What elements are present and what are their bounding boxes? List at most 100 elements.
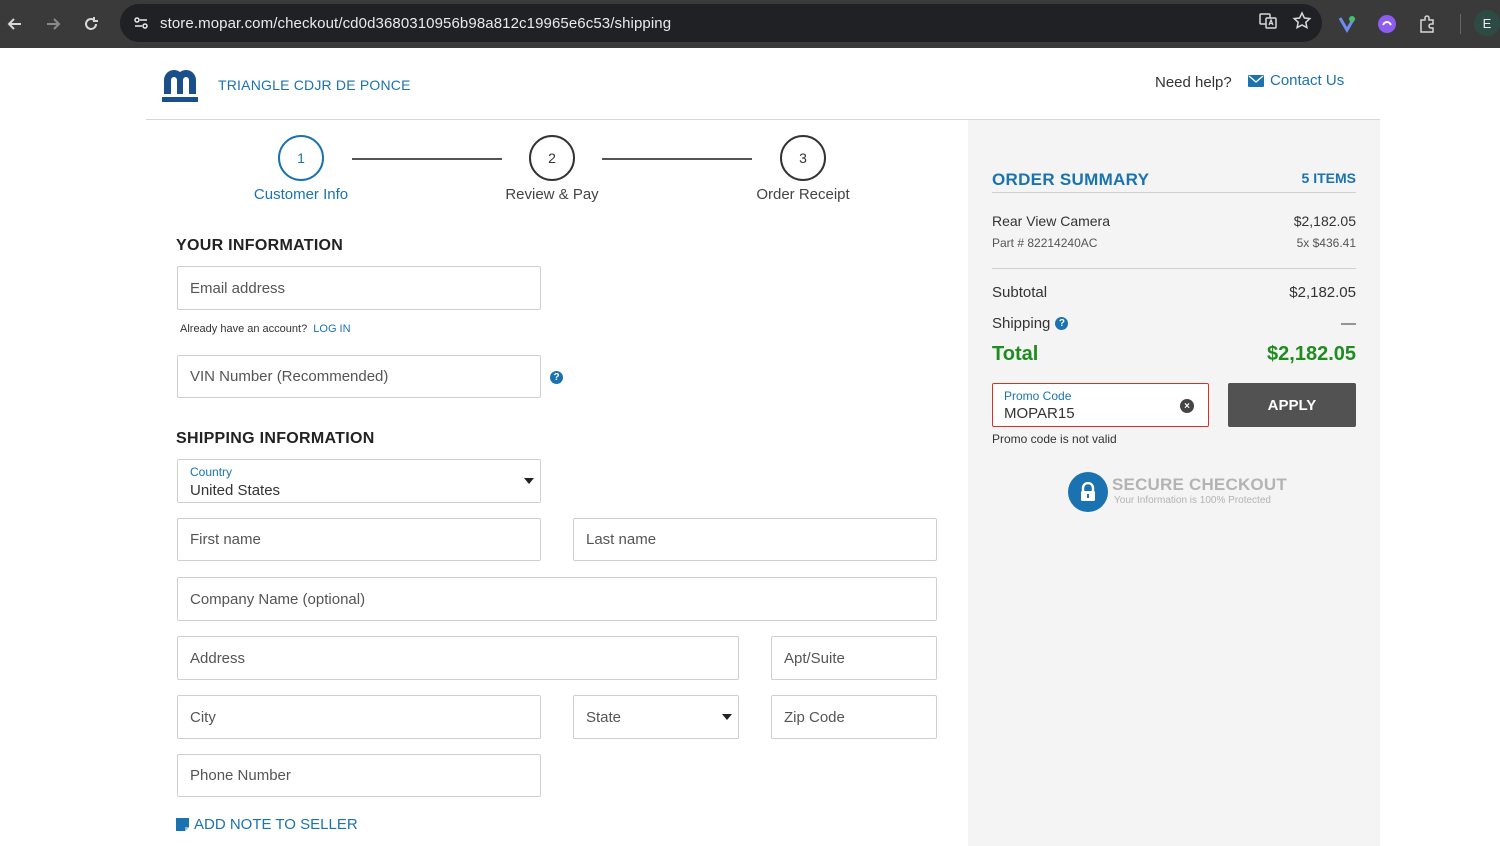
email-field[interactable] <box>177 266 541 310</box>
contact-us-link[interactable]: Contact Us <box>1248 72 1344 89</box>
secure-checkout-title: SECURE CHECKOUT <box>1112 475 1287 494</box>
arrow-right-icon <box>47 18 61 30</box>
step-connector-2 <box>602 158 752 160</box>
step-3-label: Order Receipt <box>756 186 850 203</box>
shipping-label-group: Shipping ? <box>992 315 1069 332</box>
bookmark-star-icon[interactable] <box>1292 10 1312 36</box>
add-note-label: ADD NOTE TO SELLER <box>194 816 358 833</box>
url-text[interactable]: store.mopar.com/checkout/cd0d3680310956b… <box>160 15 671 32</box>
dealer-name-link[interactable]: TRIANGLE CDJR DE PONCE <box>218 77 411 93</box>
shipping-label: Shipping <box>992 315 1051 332</box>
extensions-area <box>1334 0 1440 48</box>
step-2-circle: 2 <box>529 135 575 181</box>
reload-icon <box>85 17 98 30</box>
shipping-help-icon[interactable]: ? <box>1055 317 1069 330</box>
company-field[interactable] <box>177 577 937 621</box>
promo-code-label: Promo Code <box>1004 389 1072 403</box>
shipping-row: Shipping ? — <box>992 315 1356 335</box>
lock-icon <box>1068 472 1108 512</box>
country-value: United States <box>190 482 281 499</box>
subtotal-value: $2,182.05 <box>1289 284 1356 301</box>
account-prompt-text: Already have an account? <box>180 323 308 335</box>
last-name-field[interactable] <box>573 518 937 561</box>
chevron-down-icon <box>722 714 732 720</box>
order-summary-header: ORDER SUMMARY 5 ITEMS <box>992 170 1356 193</box>
city-input[interactable] <box>190 696 540 738</box>
shipping-information-title: SHIPPING INFORMATION <box>176 430 375 447</box>
order-summary-title: ORDER SUMMARY <box>992 170 1150 189</box>
chevron-down-icon <box>524 478 534 484</box>
vin-field[interactable] <box>177 355 541 398</box>
mopar-logo[interactable] <box>160 66 200 104</box>
state-select[interactable]: State <box>573 695 739 739</box>
address-field[interactable] <box>177 636 739 680</box>
need-help-text: Need help? <box>1155 74 1232 91</box>
note-icon <box>176 818 189 831</box>
shield-extension-icon[interactable] <box>1334 11 1360 37</box>
apt-suite-field[interactable] <box>771 636 937 680</box>
step-2-label: Review & Pay <box>505 186 599 203</box>
envelope-icon <box>1248 74 1264 87</box>
step-connector-1 <box>352 158 502 160</box>
your-information-title: YOUR INFORMATION <box>176 237 344 254</box>
address-input[interactable] <box>190 637 738 679</box>
site-info-icon[interactable] <box>124 4 158 42</box>
apply-promo-button[interactable]: APPLY <box>1228 383 1356 427</box>
browser-toolbar: store.mopar.com/checkout/cd0d3680310956b… <box>0 0 1500 48</box>
phone-field[interactable] <box>177 754 541 797</box>
state-placeholder: State <box>586 708 622 726</box>
account-prompt: Already have an account? LOG IN <box>180 323 351 335</box>
forward-button[interactable] <box>34 5 72 43</box>
zip-code-field[interactable] <box>771 695 937 739</box>
log-in-link[interactable]: LOG IN <box>313 323 350 335</box>
item-part-number: Part # 82214240AC <box>992 236 1098 250</box>
vin-help-icon[interactable]: ? <box>550 371 563 384</box>
phone-input[interactable] <box>190 755 540 796</box>
puzzle-extensions-icon[interactable] <box>1414 11 1440 37</box>
last-name-input[interactable] <box>586 519 936 560</box>
back-button[interactable] <box>0 5 34 43</box>
total-row: Total $2,182.05 <box>992 343 1356 369</box>
promo-code-field[interactable]: Promo Code × <box>992 383 1209 427</box>
item-name: Rear View Camera <box>992 213 1111 229</box>
step-1-circle: 1 <box>278 135 324 181</box>
email-input[interactable] <box>190 267 540 309</box>
site-header: TRIANGLE CDJR DE PONCE Need help? Contac… <box>146 48 1380 120</box>
step-3-circle: 3 <box>780 135 826 181</box>
company-input[interactable] <box>190 578 936 620</box>
total-label: Total <box>992 343 1039 365</box>
summary-divider <box>992 268 1356 269</box>
items-count[interactable]: 5 ITEMS <box>1302 170 1356 186</box>
reload-button[interactable] <box>72 5 110 43</box>
secure-checkout-subtitle: Your Information is 100% Protected <box>1114 495 1271 506</box>
city-field[interactable] <box>177 695 541 739</box>
subtotal-label: Subtotal <box>992 284 1048 301</box>
line-item: Rear View Camera $2,182.05 <box>992 213 1356 233</box>
promo-code-input[interactable] <box>1004 405 1174 422</box>
purple-extension-icon[interactable] <box>1374 11 1400 37</box>
item-quantity-price: 5x $436.41 <box>1296 236 1356 250</box>
translate-icon[interactable] <box>1258 11 1278 36</box>
promo-error-message: Promo code is not valid <box>992 432 1117 446</box>
profile-avatar[interactable]: E <box>1474 10 1500 36</box>
first-name-field[interactable] <box>177 518 541 561</box>
contact-us-label: Contact Us <box>1270 72 1345 89</box>
country-select[interactable]: Country United States <box>177 459 541 503</box>
secure-checkout-badge: SECURE CHECKOUT Your Information is 100%… <box>1068 472 1288 512</box>
arrow-left-icon <box>7 18 21 30</box>
subtotal-row: Subtotal $2,182.05 <box>992 284 1356 304</box>
total-value: $2,182.05 <box>1267 343 1356 365</box>
vin-input[interactable] <box>190 356 540 397</box>
step-1-label: Customer Info <box>253 186 349 203</box>
apt-suite-input[interactable] <box>784 637 936 679</box>
clear-promo-icon[interactable]: × <box>1180 399 1194 413</box>
shipping-value: — <box>1341 315 1356 332</box>
country-label: Country <box>190 465 233 479</box>
add-note-to-seller-link[interactable]: ADD NOTE TO SELLER <box>176 816 358 833</box>
item-price: $2,182.05 <box>1293 213 1356 229</box>
toolbar-separator <box>1460 14 1461 34</box>
address-bar[interactable]: store.mopar.com/checkout/cd0d3680310956b… <box>120 4 1322 42</box>
first-name-input[interactable] <box>190 519 540 560</box>
line-item-details: Part # 82214240AC 5x $436.41 <box>992 236 1356 254</box>
zip-code-input[interactable] <box>784 696 936 738</box>
